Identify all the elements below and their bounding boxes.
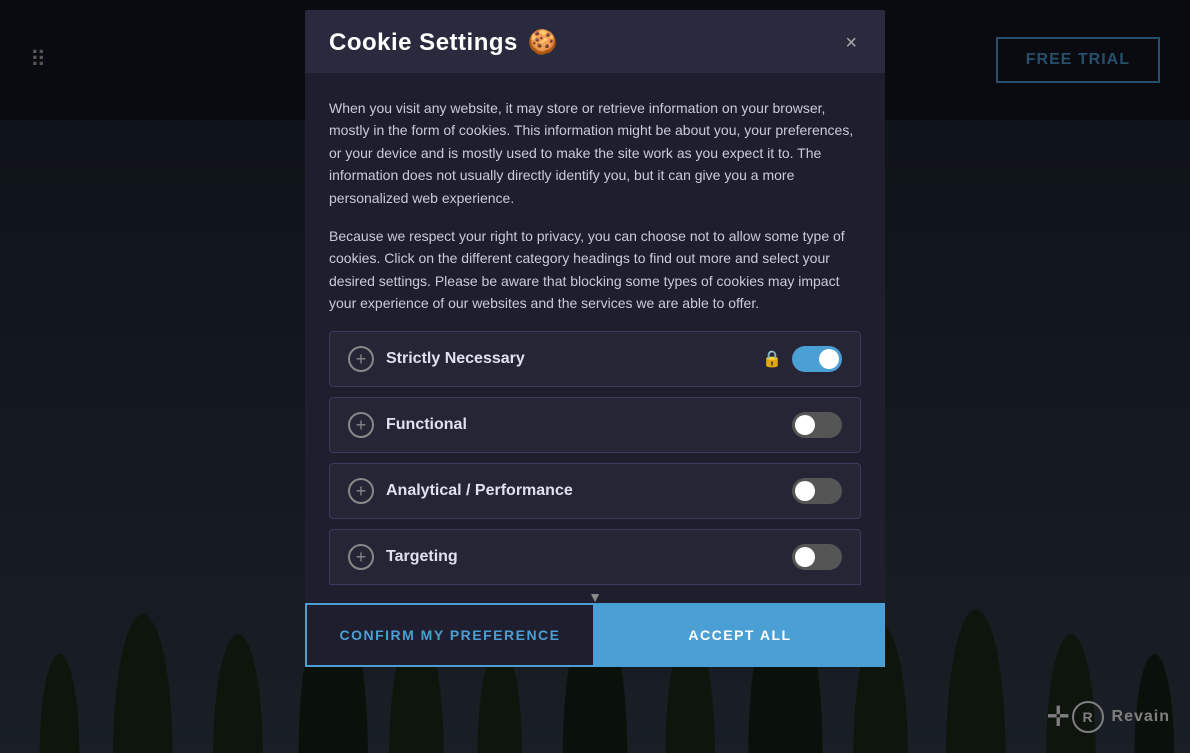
modal-header: Cookie Settings 🍪 × (305, 10, 885, 73)
expand-strictly-necessary[interactable]: + (348, 346, 374, 372)
expand-analytical[interactable]: + (348, 478, 374, 504)
accept-all-button[interactable]: ACCEPT ALL (595, 603, 885, 667)
category-right-strictly: 🔒 (762, 346, 842, 372)
modal-close-button[interactable]: × (841, 29, 861, 57)
expand-functional[interactable]: + (348, 412, 374, 438)
cookie-category-analytical: + Analytical / Performance (329, 463, 861, 519)
modal-body: When you visit any website, it may store… (305, 73, 885, 603)
category-right-targeting (792, 544, 842, 570)
toggle-functional[interactable] (792, 412, 842, 438)
scroll-indicator: ▼ (329, 585, 861, 603)
toggle-knob-strictly (819, 349, 839, 369)
cookie-icon: 🍪 (528, 28, 558, 57)
targeting-label: Targeting (386, 548, 458, 566)
category-left-strictly: + Strictly Necessary (348, 346, 525, 372)
toggle-knob-targeting (795, 547, 815, 567)
modal-title: Cookie Settings (329, 29, 518, 57)
modal-description-1: When you visit any website, it may store… (329, 97, 861, 209)
expand-targeting[interactable]: + (348, 544, 374, 570)
functional-label: Functional (386, 416, 467, 434)
cookie-settings-modal: Cookie Settings 🍪 × When you visit any w… (305, 10, 885, 667)
confirm-preference-button[interactable]: CONFIRM MY PREFERENCE (305, 603, 595, 667)
category-left-analytical: + Analytical / Performance (348, 478, 573, 504)
strictly-necessary-label: Strictly Necessary (386, 350, 525, 368)
cookie-category-functional: + Functional (329, 397, 861, 453)
modal-description-2: Because we respect your right to privacy… (329, 225, 861, 315)
category-right-analytical (792, 478, 842, 504)
toggle-knob-functional (795, 415, 815, 435)
toggle-targeting[interactable] (792, 544, 842, 570)
modal-title-row: Cookie Settings 🍪 (329, 28, 558, 57)
toggle-knob-analytical (795, 481, 815, 501)
cookie-category-strictly-necessary: + Strictly Necessary 🔒 (329, 331, 861, 387)
category-right-functional (792, 412, 842, 438)
toggle-strictly-necessary[interactable] (792, 346, 842, 372)
cookie-category-targeting: + Targeting (329, 529, 861, 585)
toggle-analytical[interactable] (792, 478, 842, 504)
category-left-targeting: + Targeting (348, 544, 458, 570)
analytical-label: Analytical / Performance (386, 482, 573, 500)
category-left-functional: + Functional (348, 412, 467, 438)
lock-icon: 🔒 (762, 349, 782, 369)
modal-footer: CONFIRM MY PREFERENCE ACCEPT ALL (305, 603, 885, 667)
